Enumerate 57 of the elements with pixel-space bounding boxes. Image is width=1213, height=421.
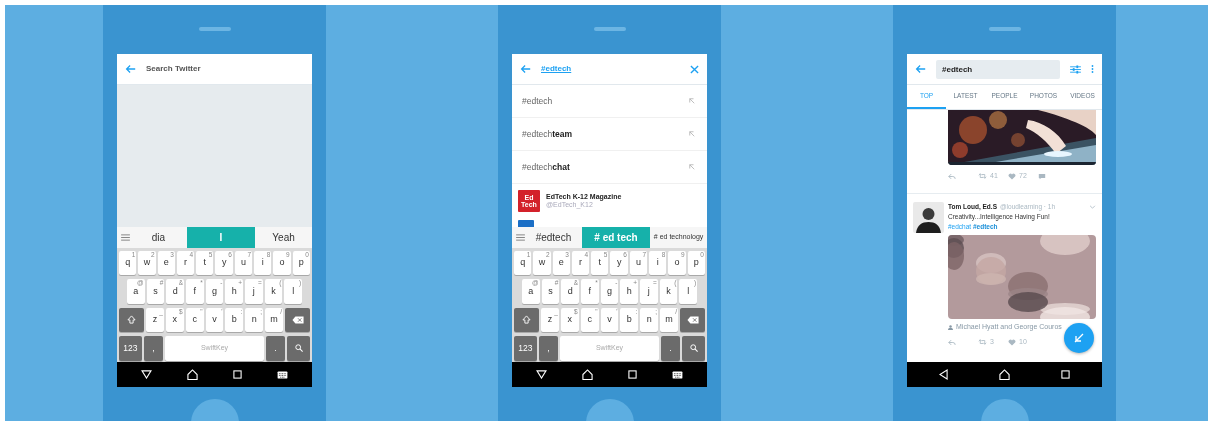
word-suggestion[interactable]: Yeah (255, 227, 312, 248)
key[interactable]: . (266, 336, 286, 361)
search-suggestion[interactable]: #edtechteam (522, 127, 573, 141)
message-icon[interactable] (1038, 172, 1046, 180)
numbers-key[interactable]: 123 (119, 336, 142, 361)
reply-icon[interactable] (948, 338, 956, 346)
person-icon (948, 325, 953, 330)
search-key[interactable] (287, 336, 310, 361)
recent-apps-icon[interactable] (233, 370, 243, 379)
close-icon[interactable] (690, 64, 699, 74)
search-key[interactable] (682, 336, 705, 361)
shift-icon (522, 315, 531, 325)
shift-key[interactable] (514, 307, 539, 332)
fill-query-icon[interactable] (689, 131, 695, 137)
speaker-slot (593, 27, 626, 31)
numbers-key[interactable]: 123 (514, 336, 537, 361)
search-suggestion[interactable]: #edtechchat (522, 160, 570, 174)
word-suggestion[interactable]: #edtech (525, 227, 582, 248)
key[interactable]: , (143, 336, 163, 361)
search-field[interactable]: #edtech (936, 59, 1060, 79)
menu-icon[interactable] (516, 234, 525, 241)
shift-icon (127, 315, 136, 325)
retweet-icon[interactable] (978, 173, 987, 179)
backspace-icon (291, 315, 304, 324)
chevron-down-icon[interactable] (1089, 205, 1096, 209)
shift-key[interactable] (119, 307, 144, 332)
backspace-key[interactable] (680, 307, 705, 332)
search-field[interactable]: Search Twitter (146, 63, 304, 75)
home-icon[interactable] (186, 369, 198, 380)
more-icon[interactable] (1091, 64, 1094, 74)
heart-icon[interactable] (1008, 338, 1016, 346)
reply-icon[interactable] (948, 172, 956, 180)
keyboard-icon[interactable] (672, 370, 684, 379)
key[interactable]: . (661, 336, 681, 361)
keyboard-icon[interactable] (277, 370, 289, 379)
search-suggestion[interactable]: #edtech (522, 94, 553, 108)
speaker-slot (198, 27, 231, 31)
recent-apps-icon[interactable] (628, 370, 638, 379)
backspace-icon (686, 315, 699, 324)
hide-keyboard-icon[interactable] (140, 370, 152, 379)
key[interactable]: , (538, 336, 558, 361)
recent-apps-icon[interactable] (1061, 370, 1071, 379)
retweet-icon[interactable] (978, 339, 987, 345)
home-icon[interactable] (999, 369, 1010, 380)
speaker-slot (988, 27, 1021, 31)
word-suggestion[interactable]: dia (130, 227, 187, 248)
compose-button[interactable] (1064, 323, 1094, 353)
filter-icon[interactable] (1070, 64, 1081, 74)
backspace-key[interactable] (285, 307, 310, 332)
home-icon[interactable] (581, 369, 593, 380)
search-icon (294, 344, 303, 353)
menu-icon[interactable] (121, 234, 130, 241)
search-icon (689, 344, 698, 353)
hide-keyboard-icon[interactable] (535, 370, 547, 379)
fill-query-icon[interactable] (689, 164, 695, 170)
fill-query-icon[interactable] (689, 98, 695, 104)
heart-icon[interactable] (1008, 172, 1016, 180)
